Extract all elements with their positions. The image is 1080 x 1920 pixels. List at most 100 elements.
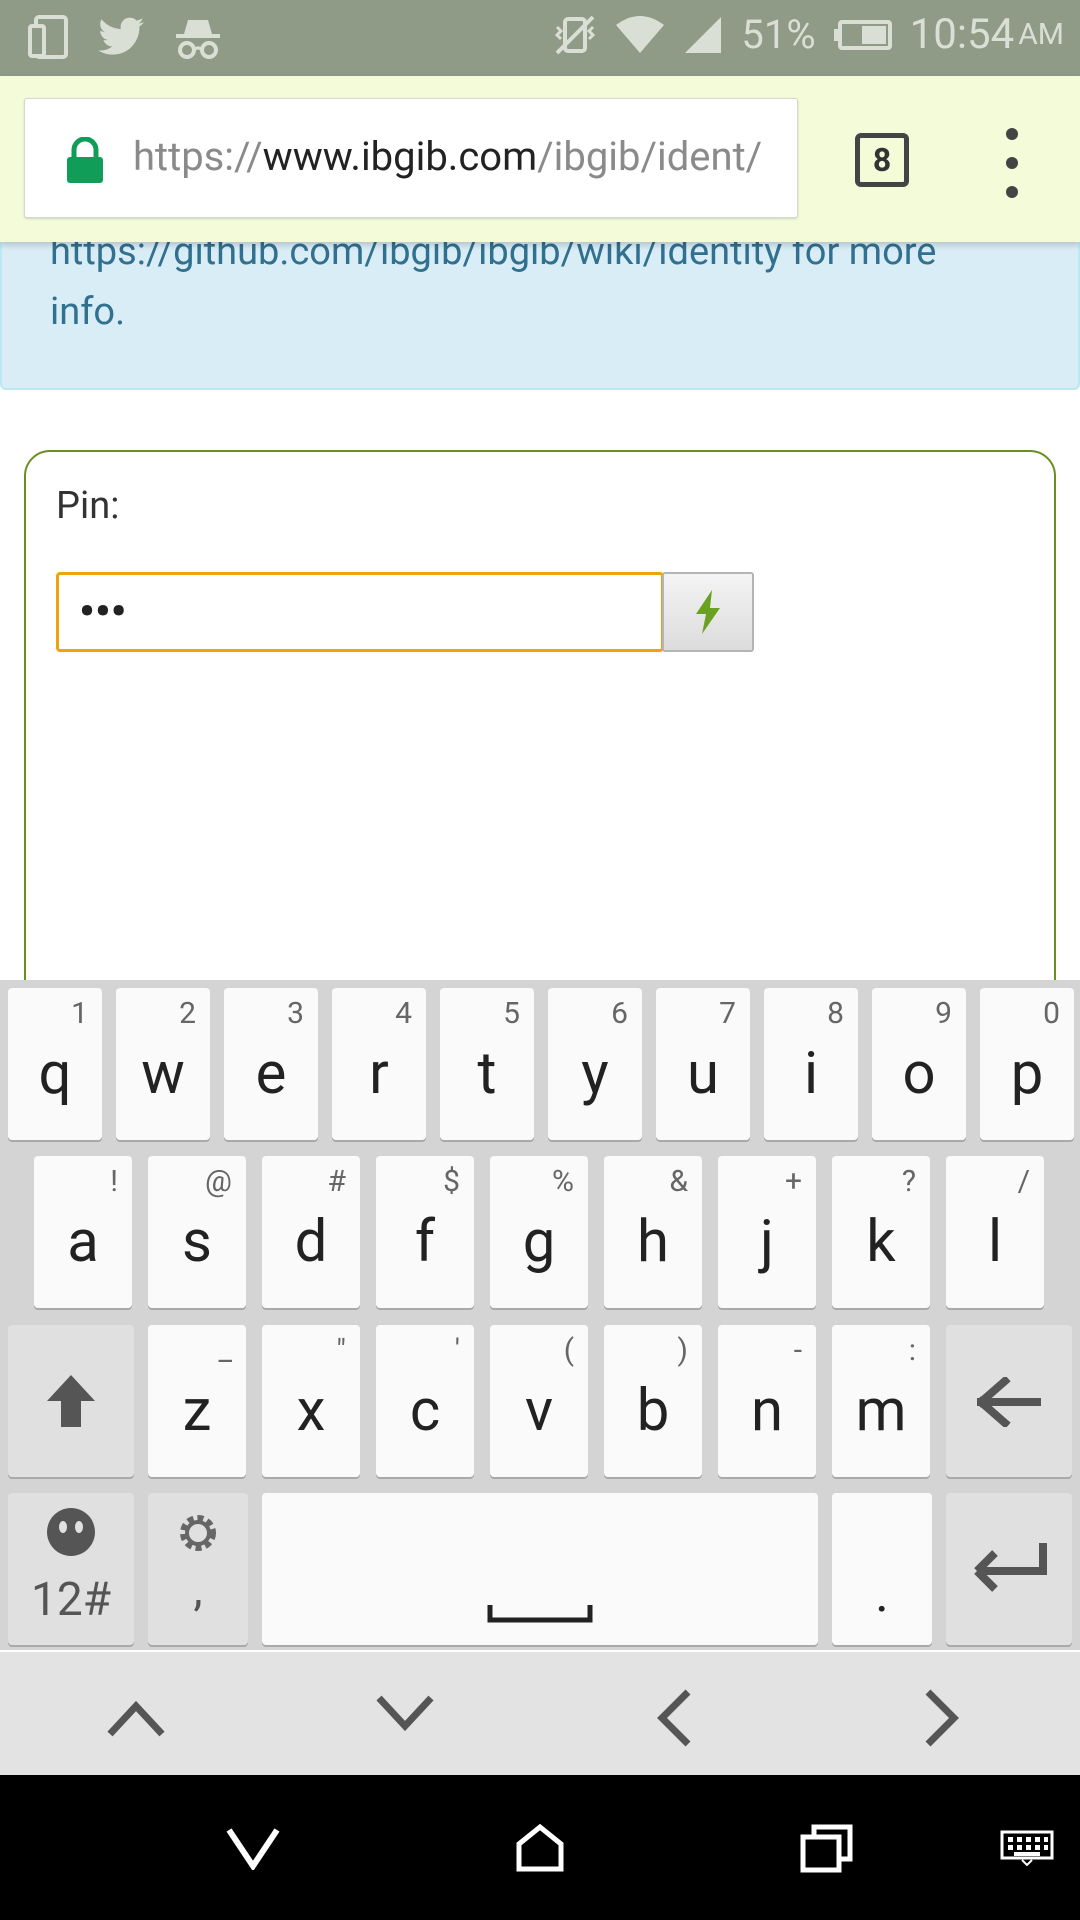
key-label: d — [294, 1208, 328, 1276]
key-alt-label: 8 — [827, 996, 844, 1031]
vibrate-off-icon — [555, 15, 596, 54]
key-u[interactable]: 7u — [656, 988, 750, 1140]
backspace-key[interactable] — [946, 1325, 1072, 1477]
enter-arrow-icon — [974, 1543, 1047, 1592]
home-icon[interactable] — [515, 1824, 565, 1872]
space-key[interactable] — [262, 1493, 818, 1645]
key-m[interactable]: :m — [832, 1325, 930, 1477]
emoji-icon — [47, 1508, 95, 1556]
arrow-left-icon[interactable] — [654, 1688, 694, 1748]
key-label: q — [38, 1040, 72, 1108]
key-alt-label: 3 — [287, 996, 304, 1031]
key-label: s — [182, 1208, 212, 1276]
key-alt-label: / — [1017, 1164, 1030, 1199]
battery-icon — [833, 19, 892, 50]
key-r[interactable]: 4r — [332, 988, 426, 1140]
key-alt-label: " — [336, 1333, 346, 1368]
key-label: r — [369, 1040, 389, 1108]
clock-ampm: AM — [1018, 17, 1064, 52]
soft-keyboard: 1q2w3e4r5t6y7u8i9o0p ! a @ s # d $ f% g & h + j? k / l … — [0, 980, 1080, 1650]
menu-dot-icon — [1006, 186, 1018, 198]
key-label: p — [1010, 1040, 1044, 1108]
key-alt-label: + — [784, 1164, 802, 1199]
recent-apps-icon[interactable] — [800, 1823, 854, 1873]
arrow-up-icon[interactable] — [106, 1698, 166, 1738]
key-w[interactable]: 2w — [116, 988, 210, 1140]
key-v[interactable]: (v — [490, 1325, 588, 1477]
key-g[interactable]: % g — [490, 1156, 588, 1308]
keyboard-icon[interactable] — [1000, 1830, 1054, 1866]
key-p[interactable]: 0p — [980, 988, 1074, 1140]
key-alt-label: 1 — [71, 996, 88, 1031]
arrow-down-icon[interactable] — [375, 1694, 435, 1734]
key-k[interactable]: ? k — [832, 1156, 930, 1308]
key-alt-label: 9 — [935, 996, 952, 1031]
key-alt-label: 4 — [395, 996, 412, 1031]
wifi-icon — [616, 15, 665, 53]
tab-switcher-button[interactable]: 8 — [855, 133, 909, 187]
key-label: w — [141, 1040, 185, 1108]
key-d[interactable]: # d — [262, 1156, 360, 1308]
key-alt-label: - — [793, 1333, 802, 1368]
info-text-line2: info. — [50, 290, 126, 334]
key-label: i — [803, 1040, 819, 1108]
url-text[interactable]: https://www.ibgib.com/ibgib/ident/ — [133, 133, 783, 180]
pin-label: Pin: — [56, 484, 120, 528]
lightning-bolt-icon — [696, 590, 720, 634]
key-t[interactable]: 5t — [440, 988, 534, 1140]
key-alt-label: ( — [563, 1333, 574, 1368]
key-s[interactable]: @ s — [148, 1156, 246, 1308]
key-alt-label: @ — [205, 1164, 232, 1199]
pin-input[interactable]: ••• — [56, 572, 664, 652]
comma-key[interactable]: , — [148, 1493, 248, 1645]
clock-time: 10:54 — [909, 10, 1015, 59]
browser-toolbar: https://www.ibgib.com/ibgib/ident/ 8 — [0, 76, 1080, 242]
key-y[interactable]: 6y — [548, 988, 642, 1140]
key-label: n — [750, 1377, 784, 1445]
shift-key[interactable] — [8, 1325, 134, 1477]
comma-label: , — [193, 1563, 203, 1617]
key-c[interactable]: ' c — [376, 1325, 474, 1477]
key-j[interactable]: + j — [718, 1156, 816, 1308]
key-n[interactable]: -n — [718, 1325, 816, 1477]
key-alt-label: % — [552, 1164, 574, 1199]
period-label: . — [875, 1563, 889, 1624]
key-b[interactable]: ) b — [604, 1325, 702, 1477]
overflow-menu-button[interactable] — [1000, 128, 1024, 198]
key-q[interactable]: 1q — [8, 988, 102, 1140]
key-alt-label: _ — [218, 1333, 232, 1368]
key-label: m — [855, 1377, 907, 1445]
back-icon[interactable] — [225, 1826, 281, 1870]
key-alt-label: 0 — [1043, 996, 1060, 1031]
url-host: www.ibgib.com — [262, 133, 538, 180]
space-bar-icon — [487, 1605, 593, 1623]
battery-percent: 51% — [741, 11, 816, 58]
key-alt-label: ' — [454, 1333, 460, 1368]
key-i[interactable]: 8i — [764, 988, 858, 1140]
period-key[interactable]: . — [832, 1493, 932, 1645]
key-label: o — [902, 1040, 936, 1108]
key-a[interactable]: ! a — [34, 1156, 132, 1308]
symbols-key[interactable]: 12# — [8, 1493, 134, 1645]
key-alt-label: 2 — [179, 996, 196, 1031]
arrow-right-icon[interactable] — [922, 1688, 962, 1748]
key-z[interactable]: _ z — [148, 1325, 246, 1477]
key-e[interactable]: 3e — [224, 988, 318, 1140]
screen-mirror-icon — [28, 15, 68, 59]
submit-pin-button[interactable] — [662, 572, 754, 652]
key-label: l — [987, 1208, 1003, 1276]
enter-key[interactable] — [946, 1493, 1072, 1645]
url-path: /ibgib/ident/ — [537, 133, 763, 180]
url-bar[interactable]: https://www.ibgib.com/ibgib/ident/ — [24, 98, 798, 218]
key-label: y — [581, 1040, 609, 1108]
key-label: a — [67, 1208, 99, 1276]
key-l[interactable]: / l — [946, 1156, 1044, 1308]
key-alt-label: : — [908, 1333, 916, 1368]
key-alt-label: 6 — [611, 996, 628, 1031]
key-f[interactable]: $ f — [376, 1156, 474, 1308]
key-h[interactable]: & h — [604, 1156, 702, 1308]
key-x[interactable]: " x — [262, 1325, 360, 1477]
key-label: x — [296, 1377, 326, 1445]
lock-icon — [67, 137, 103, 183]
key-o[interactable]: 9o — [872, 988, 966, 1140]
